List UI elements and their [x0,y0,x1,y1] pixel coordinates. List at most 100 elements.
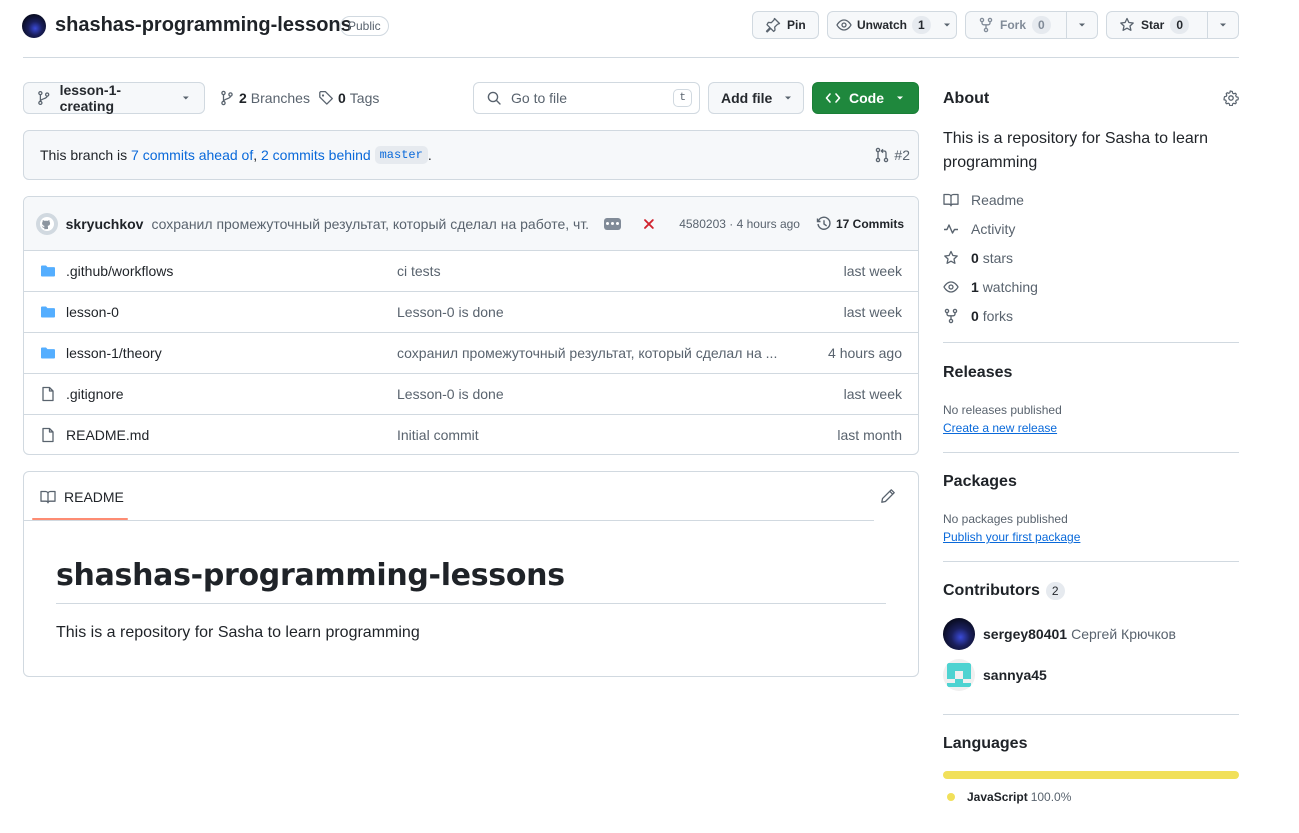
contributors-heading[interactable]: Contributors 2 [943,582,1065,600]
watching-label: watching [982,279,1038,295]
publish-package-link[interactable]: Publish your first package [943,530,1080,544]
watching-count: 1 [971,279,979,295]
owner-avatar[interactable] [22,14,46,38]
file-updated-time: last week [843,263,902,279]
packages-heading[interactable]: Packages [943,473,1017,491]
code-button[interactable]: Code [812,82,919,114]
commits-history-link[interactable]: 17 Commits [816,216,904,232]
stars-link[interactable]: 0 stars [943,250,1013,266]
forks-count: 0 [971,308,979,324]
file-name-link[interactable]: .github/workflows [66,263,173,279]
file-name-link[interactable]: .gitignore [66,386,124,402]
file-name-link[interactable]: lesson-0 [66,304,119,320]
base-branch[interactable]: master [374,146,428,164]
file-commit-message[interactable]: Lesson-0 is done [397,386,504,402]
chevron-down-icon [183,96,190,100]
branches-label: Branches [250,90,310,106]
readme-tab-divider [24,520,874,521]
edit-pencil-icon[interactable] [880,488,896,504]
contributor-login: sergey80401 [983,626,1068,642]
folder-icon [41,347,55,359]
author-avatar[interactable] [36,212,58,235]
repo-name[interactable]: shashas-programming-lessons [55,14,352,37]
contributors-count: 2 [1045,582,1065,600]
star-button[interactable]: Star 0 [1106,11,1239,39]
releases-heading[interactable]: Releases [943,364,1012,382]
folder-row[interactable]: .github/workflows ci tests last week [24,250,918,291]
pull-request-icon [876,147,889,163]
tags-label: Tags [349,90,380,106]
file-commit-message[interactable]: сохранил промежуточный результат, которы… [397,345,777,361]
create-release-link[interactable]: Create a new release [943,421,1057,435]
file-name-link[interactable]: lesson-1/theory [66,345,162,361]
fork-icon [944,308,958,324]
branch-icon [38,90,50,106]
sidebar-divider [943,342,1239,343]
file-commit-message[interactable]: Initial commit [397,427,479,443]
file-commit-message[interactable]: ci tests [397,263,441,279]
contributor-name: Сергей Крючков [1071,626,1176,642]
contributors-title: Contributors [943,582,1040,599]
watching-link[interactable]: 1 watching [943,279,1038,295]
eye-icon [943,281,959,293]
commits-ahead-link[interactable]: 7 commits ahead of [131,147,253,163]
contributor-item[interactable]: sergey80401 Сергей Крючков [943,618,1176,650]
chevron-down-icon [785,96,792,100]
add-file-button[interactable]: Add file [708,82,804,114]
eye-icon [836,19,852,31]
pin-label: Pin [787,18,806,32]
go-to-file-input[interactable]: Go to file t [473,82,700,114]
add-file-label: Add file [721,90,773,106]
branch-icon [221,90,233,106]
commit-expand-button[interactable] [603,217,622,230]
branch-name: lesson-1-creating [59,82,122,114]
pull-request-link[interactable]: #2 [874,147,910,163]
forks-link[interactable]: 0 forks [943,308,1013,324]
branches-count: 2 [239,90,247,106]
gear-icon[interactable] [1223,90,1239,106]
contributor-login: sannya45 [983,667,1047,683]
file-name-link[interactable]: README.md [66,427,149,443]
activity-link[interactable]: Activity [943,221,1015,237]
contributor-item[interactable]: sannya45 [943,659,1047,691]
commit-message[interactable]: сохранил промежуточный результат, которы… [151,216,589,232]
pin-icon [765,17,781,33]
branch-status-sep: , [253,147,258,163]
file-updated-time: 4 hours ago [828,345,902,361]
tags-count: 0 [338,90,346,106]
branches-link[interactable]: 2 Branches [219,90,310,106]
readme-tab[interactable]: README [40,489,124,505]
language-percent: 100.0% [1030,790,1072,804]
star-icon [1120,17,1134,31]
readme-link-label: Readme [971,192,1024,208]
star-counter: 0 [1170,16,1190,34]
fork-button[interactable]: Fork 0 [965,11,1098,39]
code-icon [825,93,841,103]
branch-status-prefix: This branch is [40,147,128,163]
watch-counter: 1 [912,16,931,34]
pulse-icon [944,224,958,234]
folder-row[interactable]: lesson-1/theory сохранил промежуточный ре… [24,332,918,373]
go-to-file-placeholder: Go to file [511,90,568,106]
check-failed-icon[interactable] [643,218,655,230]
pull-request-number: #2 [894,147,910,163]
file-row[interactable]: README.md Initial commit last month [24,414,918,455]
unwatch-button[interactable]: Unwatch 1 [827,11,957,39]
pin-button[interactable]: Pin [752,11,819,39]
tags-link[interactable]: 0 Tags [318,90,379,106]
commit-sha-time[interactable]: 4580203 · 4 hours ago [679,217,800,231]
book-icon [40,490,56,504]
fork-icon [979,17,993,33]
branch-selector[interactable]: lesson-1-creating [23,82,205,114]
commits-behind-link[interactable]: 2 commits behind [261,147,371,163]
language-item[interactable]: JavaScript 100.0% [947,790,1071,804]
forks-label: forks [982,308,1014,324]
fork-label: Fork [1000,18,1027,32]
sidebar-divider [943,452,1239,453]
readme-link[interactable]: Readme [943,192,1024,208]
file-row[interactable]: .gitignore Lesson-0 is done last week [24,373,918,414]
file-commit-message[interactable]: Lesson-0 is done [397,304,504,320]
unwatch-label: Unwatch [857,18,908,32]
commit-author[interactable]: skryuchkov [66,216,144,232]
folder-row[interactable]: lesson-0 Lesson-0 is done last week [24,291,918,332]
